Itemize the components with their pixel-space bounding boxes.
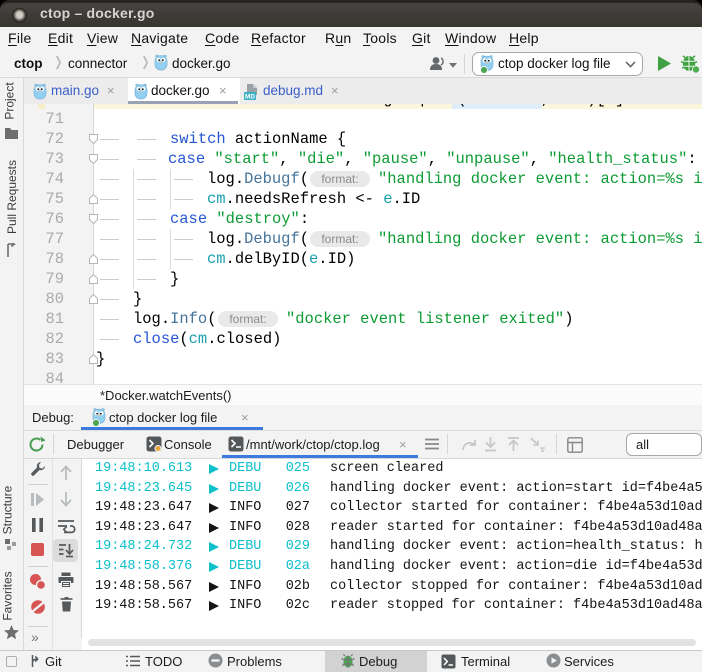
- svg-text:MD: MD: [245, 94, 255, 100]
